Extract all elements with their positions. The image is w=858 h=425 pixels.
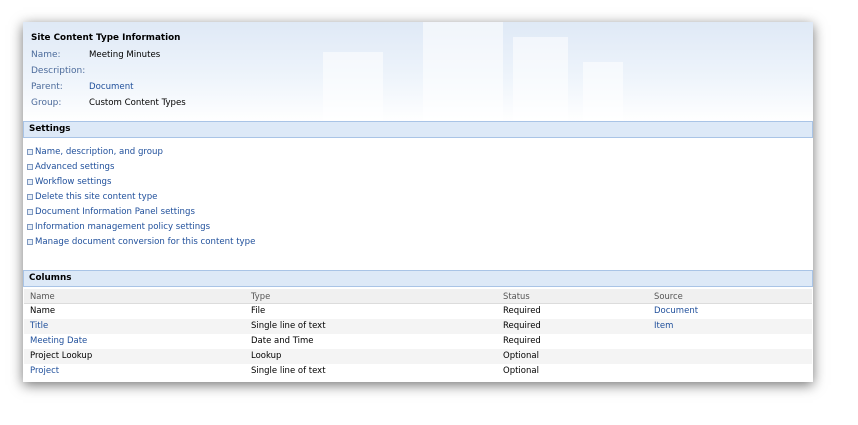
background-building: [423, 22, 503, 122]
info-title: Site Content Type Information: [31, 33, 181, 43]
settings-title: Settings: [29, 124, 71, 134]
bullet-icon: [27, 209, 33, 215]
table-row: Meeting Date Date and Time Required: [24, 334, 812, 349]
field-label: Description:: [31, 66, 86, 76]
bullet-icon: [27, 179, 33, 185]
bullet-icon: [27, 194, 33, 200]
column-type: File: [251, 306, 266, 316]
column-header-status: Status: [503, 291, 530, 301]
column-status: Required: [503, 321, 541, 331]
column-type: Single line of text: [251, 321, 326, 331]
settings-header: Settings: [23, 121, 813, 138]
column-status: Optional: [503, 351, 539, 361]
parent-link[interactable]: Document: [89, 82, 134, 92]
field-value: Custom Content Types: [89, 98, 186, 108]
table-row: Project Lookup Lookup Optional: [24, 349, 812, 364]
settings-link-delete[interactable]: Delete this site content type: [35, 192, 157, 202]
column-status: Required: [503, 306, 541, 316]
column-status: Optional: [503, 366, 539, 376]
field-label: Parent:: [31, 82, 63, 92]
content-type-panel: Site Content Type Information Name: Meet…: [23, 22, 813, 382]
source-link[interactable]: Document: [654, 306, 698, 316]
background-building: [583, 62, 623, 122]
column-name-link[interactable]: Project: [30, 366, 59, 376]
column-name-link[interactable]: Title: [30, 321, 48, 331]
column-header-type: Type: [251, 291, 271, 301]
background-building: [513, 37, 568, 122]
field-label: Name:: [31, 50, 61, 60]
source-link[interactable]: Item: [654, 321, 673, 331]
bullet-icon: [27, 149, 33, 155]
settings-link-workflow[interactable]: Workflow settings: [35, 177, 111, 187]
column-header-source: Source: [654, 291, 683, 301]
table-row: Name File Required Document: [24, 304, 812, 319]
bullet-icon: [27, 164, 33, 170]
column-header-name: Name: [30, 291, 55, 301]
column-type: Date and Time: [251, 336, 314, 346]
settings-link-document-conversion[interactable]: Manage document conversion for this cont…: [35, 237, 255, 247]
settings-link-information-management-policy[interactable]: Information management policy settings: [35, 222, 210, 232]
bullet-icon: [27, 239, 33, 245]
background-building: [323, 52, 383, 122]
columns-title: Columns: [29, 273, 72, 283]
settings-link-document-information-panel[interactable]: Document Information Panel settings: [35, 207, 195, 217]
column-name: Name: [30, 306, 56, 316]
table-row: Project Single line of text Optional: [24, 364, 812, 379]
table-row: Title Single line of text Required Item: [24, 319, 812, 334]
settings-link-name-description-group[interactable]: Name, description, and group: [35, 147, 163, 157]
columns-table-header: Name Type Status Source: [24, 289, 812, 304]
column-type: Lookup: [251, 351, 282, 361]
field-label: Group:: [31, 98, 62, 108]
column-type: Single line of text: [251, 366, 326, 376]
column-name: Project Lookup: [30, 351, 93, 361]
field-value: Meeting Minutes: [89, 50, 161, 60]
settings-link-advanced[interactable]: Advanced settings: [35, 162, 114, 172]
columns-header: Columns: [23, 270, 813, 287]
info-section: Site Content Type Information Name: Meet…: [23, 22, 813, 122]
column-status: Required: [503, 336, 541, 346]
column-name-link[interactable]: Meeting Date: [30, 336, 87, 346]
bullet-icon: [27, 224, 33, 230]
